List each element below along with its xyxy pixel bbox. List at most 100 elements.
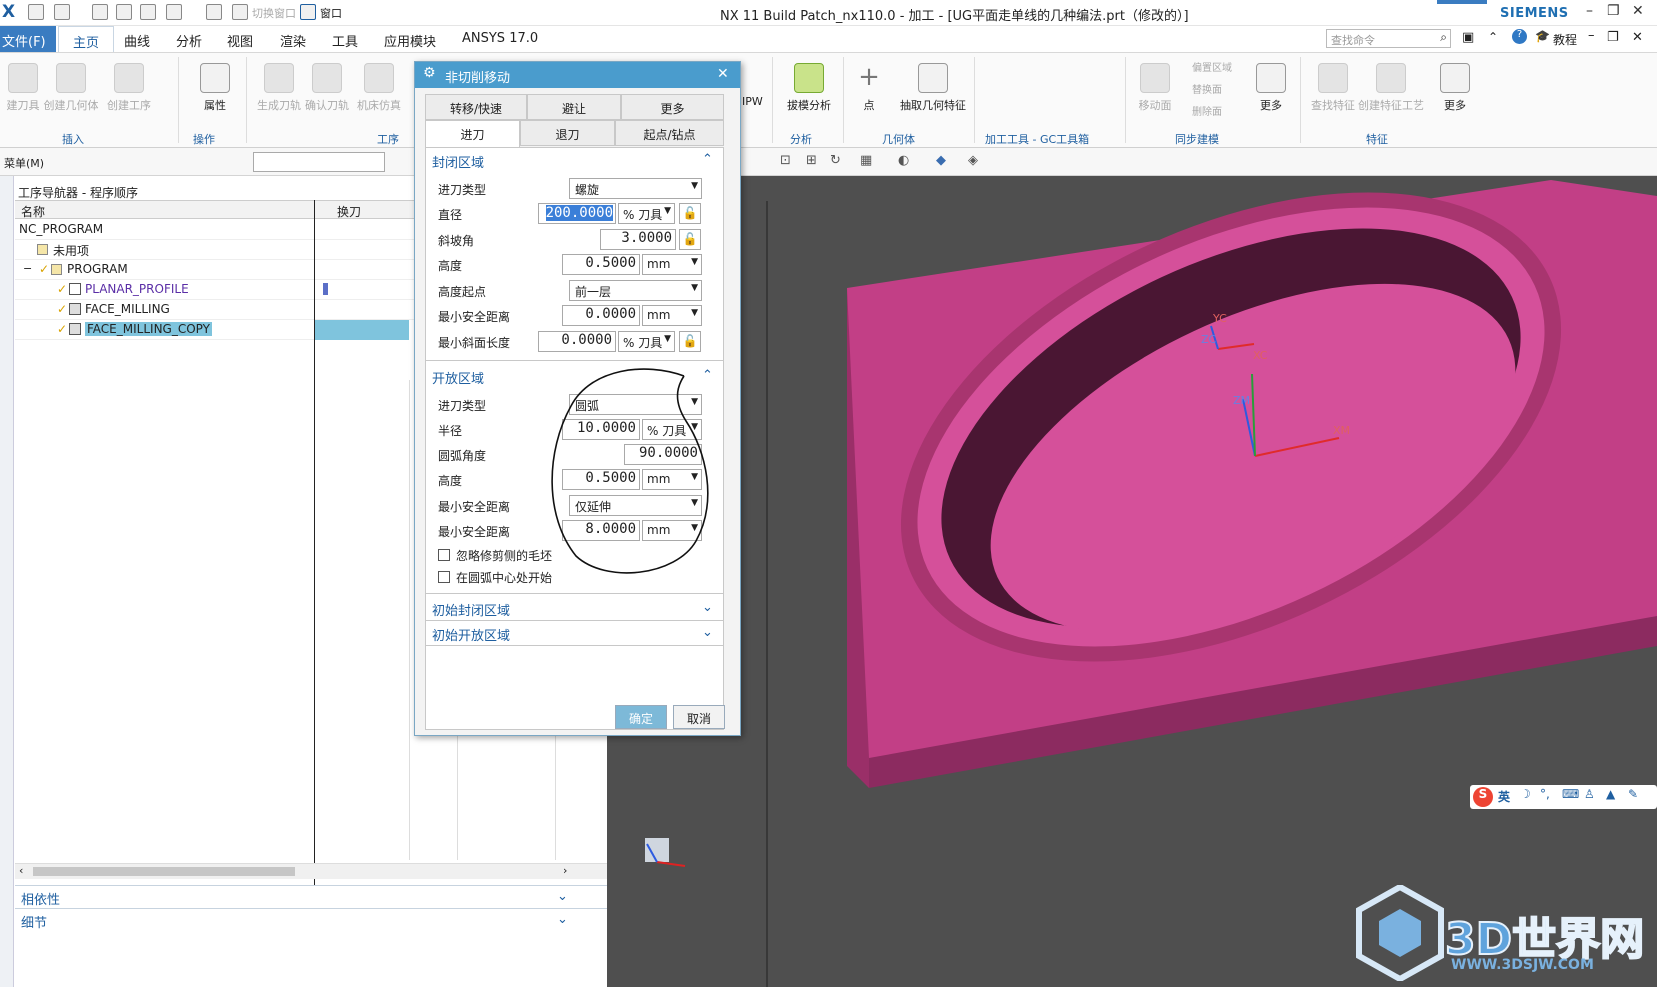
tab-engage[interactable]: 进刀 xyxy=(425,120,520,148)
main-menu-button[interactable]: 菜单(M) xyxy=(4,155,44,171)
visibility-icon[interactable]: ◈ xyxy=(968,153,978,168)
render-style-icon[interactable]: ◐ xyxy=(898,153,909,168)
machine-simulation-button[interactable]: 机床仿真 xyxy=(348,57,410,127)
doc-restore-icon[interactable]: ❐ xyxy=(1607,30,1619,45)
closed-min-safe-input[interactable]: 0.0000 xyxy=(562,305,640,326)
offset-region-button[interactable]: 偏置区域 xyxy=(1192,59,1232,74)
help-icon[interactable]: ? xyxy=(1512,29,1527,44)
ime-language[interactable]: 英 xyxy=(1498,788,1510,805)
ime-moon-icon[interactable]: ☽ xyxy=(1520,787,1531,801)
height-from-select[interactable]: 前一层 ▼ xyxy=(569,280,702,301)
tab-application[interactable]: 应用模块 xyxy=(384,31,436,50)
shaded-icon[interactable]: ◆ xyxy=(936,153,946,168)
dialog-titlebar[interactable]: ⚙ 非切削移动 ✕ xyxy=(415,62,740,88)
draft-analysis-button[interactable]: 拔模分析 xyxy=(778,57,840,127)
dialog-close-icon[interactable]: ✕ xyxy=(717,66,729,82)
cut-icon[interactable] xyxy=(92,4,108,20)
tab-retract[interactable]: 退刀 xyxy=(520,120,615,146)
ok-button[interactable]: 确定 xyxy=(615,705,667,729)
restore-icon[interactable]: ❐ xyxy=(1607,3,1620,19)
command-search[interactable]: 查找命令 ⌕ xyxy=(1326,29,1451,48)
col-tool-change[interactable]: 换刀 xyxy=(337,203,361,220)
point-button[interactable]: + 点 xyxy=(838,57,900,127)
tab-ansys[interactable]: ANSYS 17.0 xyxy=(462,31,538,46)
tab-render[interactable]: 渲染 xyxy=(280,31,306,50)
minimize-icon[interactable]: – xyxy=(1586,3,1593,19)
chevron-down-icon[interactable]: ⌄ xyxy=(702,625,713,640)
min-ramp-length-input[interactable]: 0.0000 xyxy=(538,331,616,352)
closed-min-safe-unit-select[interactable]: mm ▼ xyxy=(642,305,702,326)
type-filter-select[interactable] xyxy=(253,152,385,172)
initial-closed-area-header[interactable]: 初始封闭区域 ⌄ xyxy=(426,598,723,620)
find-feature-button[interactable]: 查找特征 xyxy=(1302,57,1364,127)
diameter-unit-select[interactable]: % 刀具 ▼ xyxy=(618,203,675,224)
scroll-thumb[interactable] xyxy=(33,867,295,876)
dependencies-panel[interactable]: 相依性 ⌄ xyxy=(15,885,607,908)
doc-close-icon[interactable]: ✕ xyxy=(1632,30,1643,45)
feature-process-button[interactable]: 创建特征工艺 xyxy=(1356,57,1426,127)
move-face-button[interactable]: 移动面 xyxy=(1124,57,1186,127)
window-menu-icon[interactable] xyxy=(300,4,316,20)
replace-face-button[interactable]: 替换面 xyxy=(1192,81,1222,96)
delete-face-button[interactable]: 删除面 xyxy=(1192,103,1222,118)
col-name[interactable]: 名称 xyxy=(21,203,45,220)
layout-icon[interactable]: ▣ xyxy=(1462,30,1474,45)
horizontal-scrollbar[interactable]: ‹ › xyxy=(15,863,607,879)
doc-minimize-icon[interactable]: – xyxy=(1588,28,1595,43)
tab-view[interactable]: 视图 xyxy=(227,31,253,50)
properties-button[interactable]: 属性 xyxy=(184,57,246,127)
closed-height-unit-select[interactable]: mm ▼ xyxy=(642,254,702,275)
ime-skin-icon[interactable]: ▲ xyxy=(1606,787,1615,801)
create-geometry-button[interactable]: 创建几何体 xyxy=(40,57,102,127)
ipw-button[interactable]: IPW xyxy=(742,95,763,108)
start-at-arc-center-checkbox[interactable] xyxy=(438,571,450,583)
tutorial-link[interactable]: 教程 xyxy=(1553,31,1577,48)
ime-keyboard-icon[interactable]: ⌨ xyxy=(1562,787,1579,801)
zoom-icon[interactable]: ⊞ xyxy=(806,153,817,168)
lock-icon[interactable]: 🔓 xyxy=(679,203,701,224)
chevron-up-icon[interactable]: ⌃ xyxy=(1488,30,1498,44)
extract-geometry-button[interactable]: 抽取几何特征 xyxy=(896,57,970,127)
tab-avoidance[interactable]: 避让 xyxy=(527,94,621,120)
close-icon[interactable]: ✕ xyxy=(1632,3,1644,19)
scroll-right-icon[interactable]: › xyxy=(563,864,567,877)
cancel-button[interactable]: 取消 xyxy=(673,705,725,729)
lock-icon[interactable]: 🔓 xyxy=(679,331,701,352)
orient-view-icon[interactable]: ▦ xyxy=(860,153,872,168)
chevron-down-icon[interactable]: ⌄ xyxy=(702,600,713,615)
ramp-angle-input[interactable]: 3.0000 xyxy=(600,229,676,250)
save-icon[interactable] xyxy=(28,4,44,20)
tab-tools[interactable]: 工具 xyxy=(332,31,358,50)
window-menu[interactable]: 窗口 xyxy=(320,5,342,21)
tab-curve[interactable]: 曲线 xyxy=(124,31,150,50)
ime-tools-icon[interactable]: ✎ xyxy=(1628,787,1638,801)
chevron-down-icon[interactable]: ⌄ xyxy=(557,889,568,904)
diameter-input[interactable]: 200.0000 xyxy=(538,203,616,224)
repeat-command-icon[interactable] xyxy=(206,4,222,20)
fit-view-icon[interactable]: ⊡ xyxy=(780,153,791,168)
closed-entry-type-select[interactable]: 螺旋 ▼ xyxy=(569,178,702,199)
tab-start-drill-points[interactable]: 起点/钻点 xyxy=(615,120,724,146)
command-search-input[interactable]: 查找命令 xyxy=(1331,32,1375,48)
closed-area-header[interactable]: 封闭区域 ⌃ xyxy=(426,150,723,172)
collapse-toggle[interactable]: − xyxy=(23,262,32,275)
table-row[interactable]: ✓ FACE_MILLING_COPY xyxy=(15,320,409,340)
resource-bar[interactable] xyxy=(0,176,14,987)
select-filter-icon[interactable] xyxy=(166,4,182,20)
scroll-left-icon[interactable]: ‹ xyxy=(19,864,23,877)
initial-open-area-header[interactable]: 初始开放区域 ⌄ xyxy=(426,623,723,645)
create-operation-button[interactable]: 创建工序 xyxy=(98,57,160,127)
part-model[interactable]: YC ZC XC ZM XM xyxy=(607,176,1657,987)
ignore-trimmed-blank-checkbox[interactable] xyxy=(438,549,450,561)
file-menu[interactable]: 文件(F) xyxy=(0,26,56,52)
min-ramp-unit-select[interactable]: % 刀具 ▼ xyxy=(618,331,675,352)
closed-height-input[interactable]: 0.5000 xyxy=(562,254,640,275)
chevron-up-icon[interactable]: ⌃ xyxy=(702,152,713,167)
undo-icon[interactable] xyxy=(54,4,70,20)
switch-window-label[interactable]: 切换窗口 xyxy=(252,5,296,21)
tab-transfer[interactable]: 转移/快速 xyxy=(425,94,527,120)
tab-analysis[interactable]: 分析 xyxy=(176,31,202,50)
tab-more[interactable]: 更多 xyxy=(621,94,724,120)
ime-user-icon[interactable]: ♙ xyxy=(1584,787,1595,801)
ime-punct-icon[interactable]: °, xyxy=(1540,787,1550,801)
